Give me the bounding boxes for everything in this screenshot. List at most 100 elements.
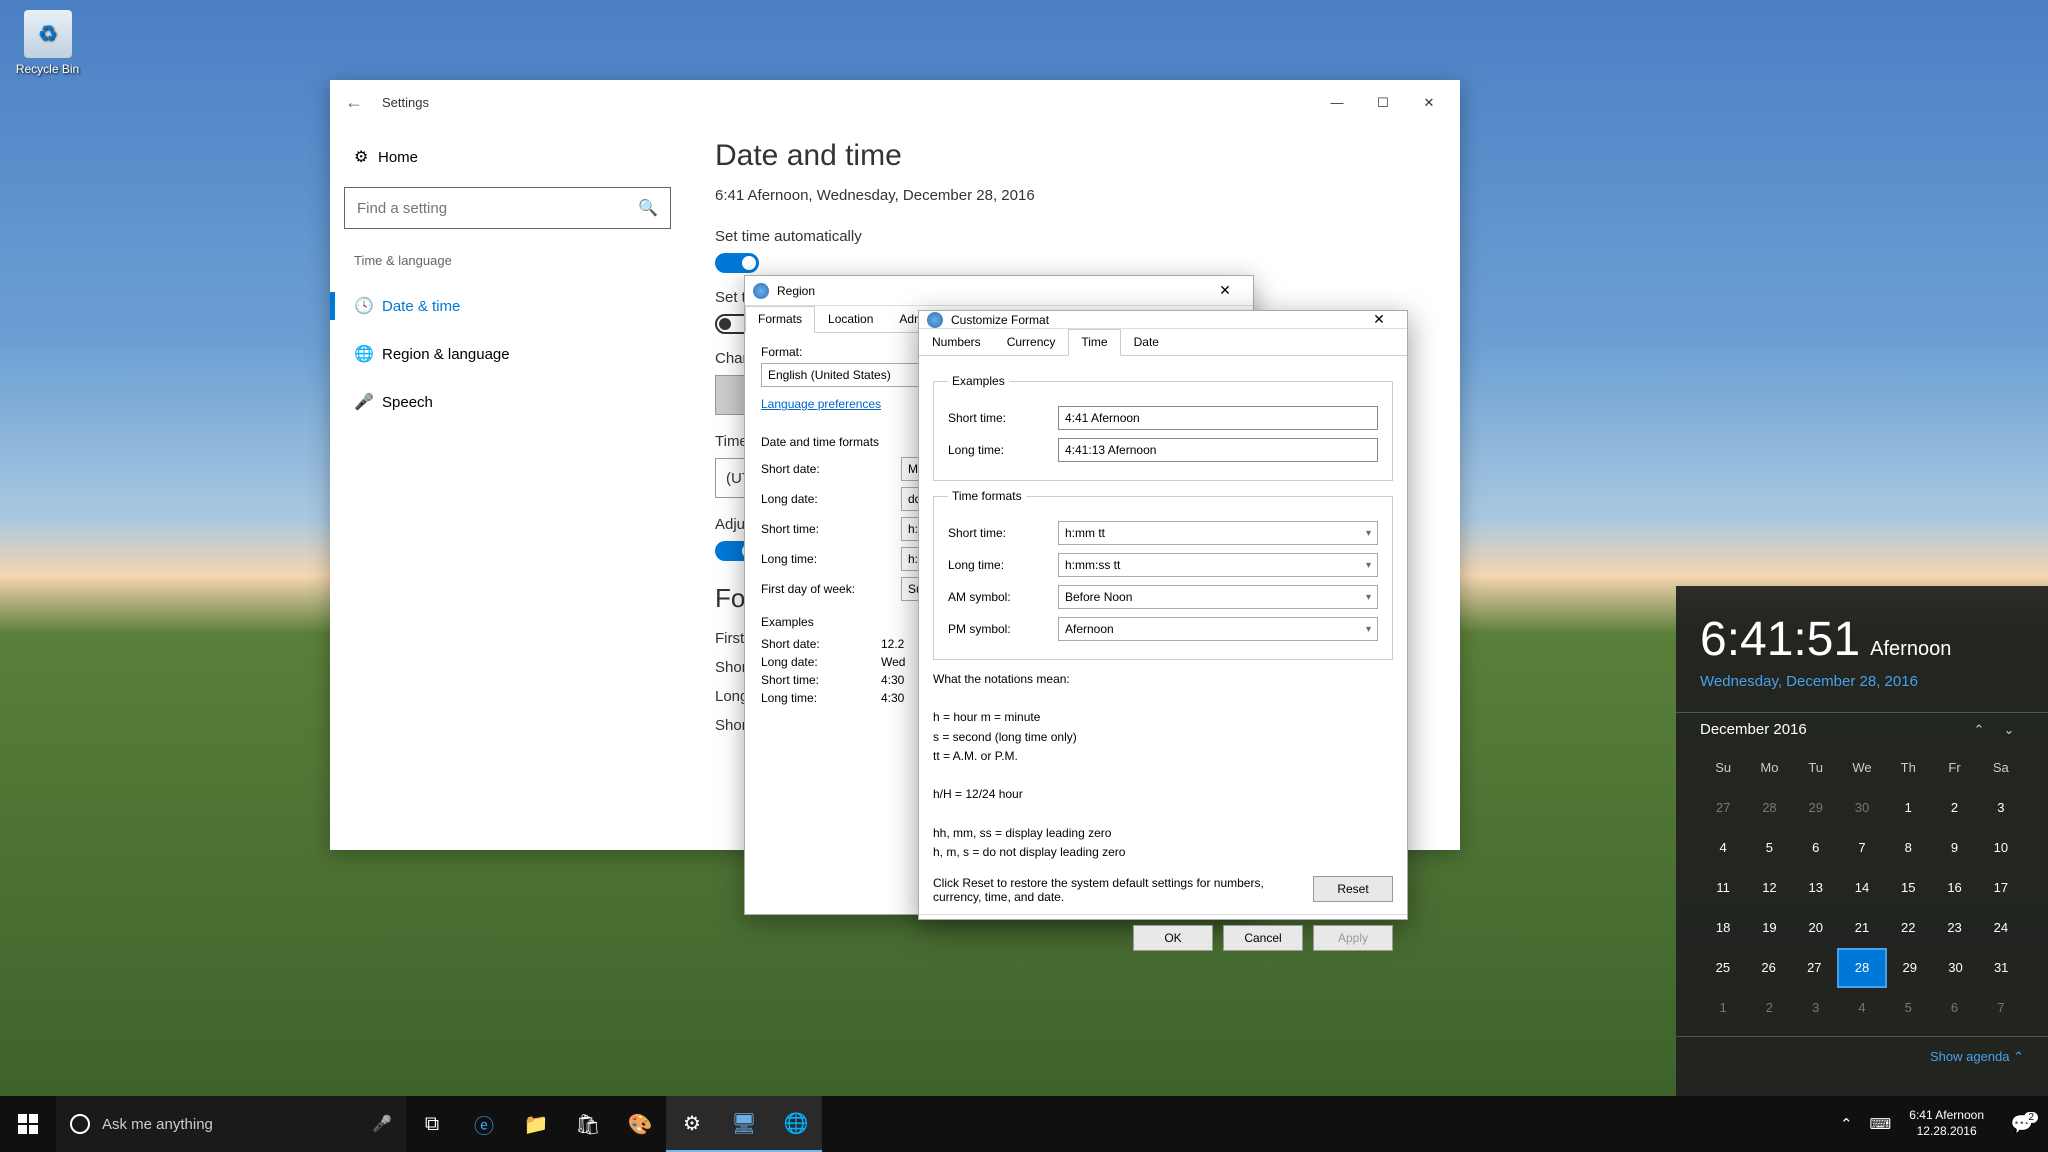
calendar-month[interactable]: December 2016 <box>1700 721 1964 738</box>
action-center-button[interactable]: 💬2 <box>1996 1114 2048 1135</box>
show-agenda-link[interactable]: Show agenda ⌃ <box>1700 1049 2024 1065</box>
calendar-day[interactable]: 27 <box>1791 948 1837 988</box>
calendar-day[interactable]: 23 <box>1931 908 1977 948</box>
tab-location[interactable]: Location <box>815 306 886 332</box>
calendar-day[interactable]: 2 <box>1931 788 1977 828</box>
calendar-day[interactable]: 17 <box>1978 868 2024 908</box>
cortana-placeholder: Ask me anything <box>102 1116 360 1133</box>
minimize-button[interactable]: — <box>1314 87 1360 119</box>
taskbar-clock[interactable]: 6:41 Afernoon 12.28.2016 <box>1897 1108 1996 1139</box>
taskbar-store[interactable]: 🛍 <box>562 1096 614 1152</box>
calendar-day[interactable]: 29 <box>1887 948 1933 988</box>
calendar-day[interactable]: 26 <box>1746 948 1792 988</box>
calendar-day[interactable]: 31 <box>1978 948 2024 988</box>
tab-currency[interactable]: Currency <box>994 329 1069 355</box>
calendar-day[interactable]: 16 <box>1931 868 1977 908</box>
calendar-day[interactable]: 8 <box>1885 828 1931 868</box>
calendar-day[interactable]: 13 <box>1793 868 1839 908</box>
home-nav[interactable]: ⚙ Home <box>344 135 671 179</box>
calendar-day[interactable]: 12 <box>1746 868 1792 908</box>
calendar-day[interactable]: 14 <box>1839 868 1885 908</box>
set-time-auto-label: Set time automatically <box>715 228 1430 245</box>
calendar-day[interactable]: 24 <box>1978 908 2024 948</box>
set-time-auto-toggle[interactable] <box>715 253 759 273</box>
calendar-day[interactable]: 19 <box>1746 908 1792 948</box>
taskbar-region[interactable]: 🌐 <box>770 1096 822 1152</box>
taskbar-edge[interactable]: ⓔ <box>458 1096 510 1152</box>
calendar-day[interactable]: 4 <box>1700 828 1746 868</box>
short-time-format-dropdown[interactable]: h:mm tt <box>1058 521 1378 545</box>
tab-date[interactable]: Date <box>1121 329 1172 355</box>
calendar-day[interactable]: 4 <box>1839 988 1885 1028</box>
calendar-day[interactable]: 28 <box>1837 948 1887 988</box>
flyout-date-link[interactable]: Wednesday, December 28, 2016 <box>1700 673 2024 690</box>
nav-region-language[interactable]: 🌐 Region & language <box>344 330 671 378</box>
tab-formats[interactable]: Formats <box>745 306 815 333</box>
custfmt-close-button[interactable]: ✕ <box>1359 311 1399 328</box>
nav-date-time[interactable]: 🕓 Date & time <box>344 282 671 330</box>
region-close-button[interactable]: ✕ <box>1205 282 1245 299</box>
taskbar-explorer[interactable]: 📁 <box>510 1096 562 1152</box>
tab-numbers[interactable]: Numbers <box>919 329 994 355</box>
calendar-next[interactable]: ⌄ <box>1994 722 2024 738</box>
start-button[interactable] <box>0 1096 56 1152</box>
calendar-day[interactable]: 28 <box>1746 788 1792 828</box>
close-button[interactable]: ✕ <box>1406 87 1452 119</box>
calendar-day[interactable]: 6 <box>1931 988 1977 1028</box>
calendar-day[interactable]: 2 <box>1746 988 1792 1028</box>
calendar-day[interactable]: 15 <box>1885 868 1931 908</box>
pm-symbol-dropdown[interactable]: Afernoon <box>1058 617 1378 641</box>
search-icon: 🔍 <box>638 198 658 218</box>
calendar-day[interactable]: 21 <box>1839 908 1885 948</box>
calendar-day[interactable]: 27 <box>1700 788 1746 828</box>
reset-description: Click Reset to restore the system defaul… <box>933 876 1293 904</box>
cancel-button[interactable]: Cancel <box>1223 925 1303 951</box>
reset-button[interactable]: Reset <box>1313 876 1393 902</box>
calendar-day[interactable]: 11 <box>1700 868 1746 908</box>
long-time-format-dropdown[interactable]: h:mm:ss tt <box>1058 553 1378 577</box>
settings-search-input[interactable] <box>357 200 638 217</box>
globe-icon <box>753 283 769 299</box>
tab-time[interactable]: Time <box>1068 329 1120 356</box>
tray-keyboard-icon[interactable]: ⌨ <box>1863 1115 1897 1133</box>
calendar-day[interactable]: 5 <box>1885 988 1931 1028</box>
apply-button[interactable]: Apply <box>1313 925 1393 951</box>
settings-search[interactable]: 🔍 <box>344 187 671 229</box>
calendar-day[interactable]: 6 <box>1793 828 1839 868</box>
settings-titlebar: ← Settings — ☐ ✕ <box>330 80 1460 125</box>
calendar-day[interactable]: 9 <box>1931 828 1977 868</box>
maximize-button[interactable]: ☐ <box>1360 87 1406 119</box>
calendar-day[interactable]: 20 <box>1793 908 1839 948</box>
back-button[interactable]: ← <box>338 92 370 113</box>
calendar-day[interactable]: 30 <box>1839 788 1885 828</box>
gear-icon: ⚙ <box>354 147 378 167</box>
calendar-day[interactable]: 7 <box>1978 988 2024 1028</box>
nav-speech[interactable]: 🎤 Speech <box>344 378 671 426</box>
taskbar-paint[interactable]: 🎨 <box>614 1096 666 1152</box>
calendar-day[interactable]: 25 <box>1700 948 1746 988</box>
task-view-button[interactable]: ⧉ <box>406 1096 458 1152</box>
calendar-day[interactable]: 30 <box>1933 948 1979 988</box>
ok-button[interactable]: OK <box>1133 925 1213 951</box>
mic-icon[interactable]: 🎤 <box>372 1114 392 1134</box>
recycle-bin[interactable]: Recycle Bin <box>10 10 85 76</box>
calendar-day[interactable]: 1 <box>1700 988 1746 1028</box>
calendar-day[interactable]: 1 <box>1885 788 1931 828</box>
calendar-day[interactable]: 18 <box>1700 908 1746 948</box>
cortana-search[interactable]: Ask me anything 🎤 <box>56 1096 406 1152</box>
calendar-day[interactable]: 5 <box>1746 828 1792 868</box>
calendar-day[interactable]: 3 <box>1793 988 1839 1028</box>
calendar-day[interactable]: 22 <box>1885 908 1931 948</box>
taskbar-control-panel[interactable]: 🖥 <box>718 1096 770 1152</box>
cortana-icon <box>70 1114 90 1134</box>
calendar-prev[interactable]: ⌃ <box>1964 722 1994 738</box>
calendar-day[interactable]: 7 <box>1839 828 1885 868</box>
language-preferences-link[interactable]: Language preferences <box>761 397 881 411</box>
calendar-day[interactable]: 3 <box>1978 788 2024 828</box>
am-symbol-dropdown[interactable]: Before Noon <box>1058 585 1378 609</box>
calendar-day[interactable]: 29 <box>1793 788 1839 828</box>
calendar-day[interactable]: 10 <box>1978 828 2024 868</box>
tray-chevron[interactable]: ⌃ <box>1829 1115 1863 1133</box>
taskbar-settings[interactable]: ⚙ <box>666 1096 718 1152</box>
custfmt-footer: OK Cancel Apply <box>919 914 1407 961</box>
